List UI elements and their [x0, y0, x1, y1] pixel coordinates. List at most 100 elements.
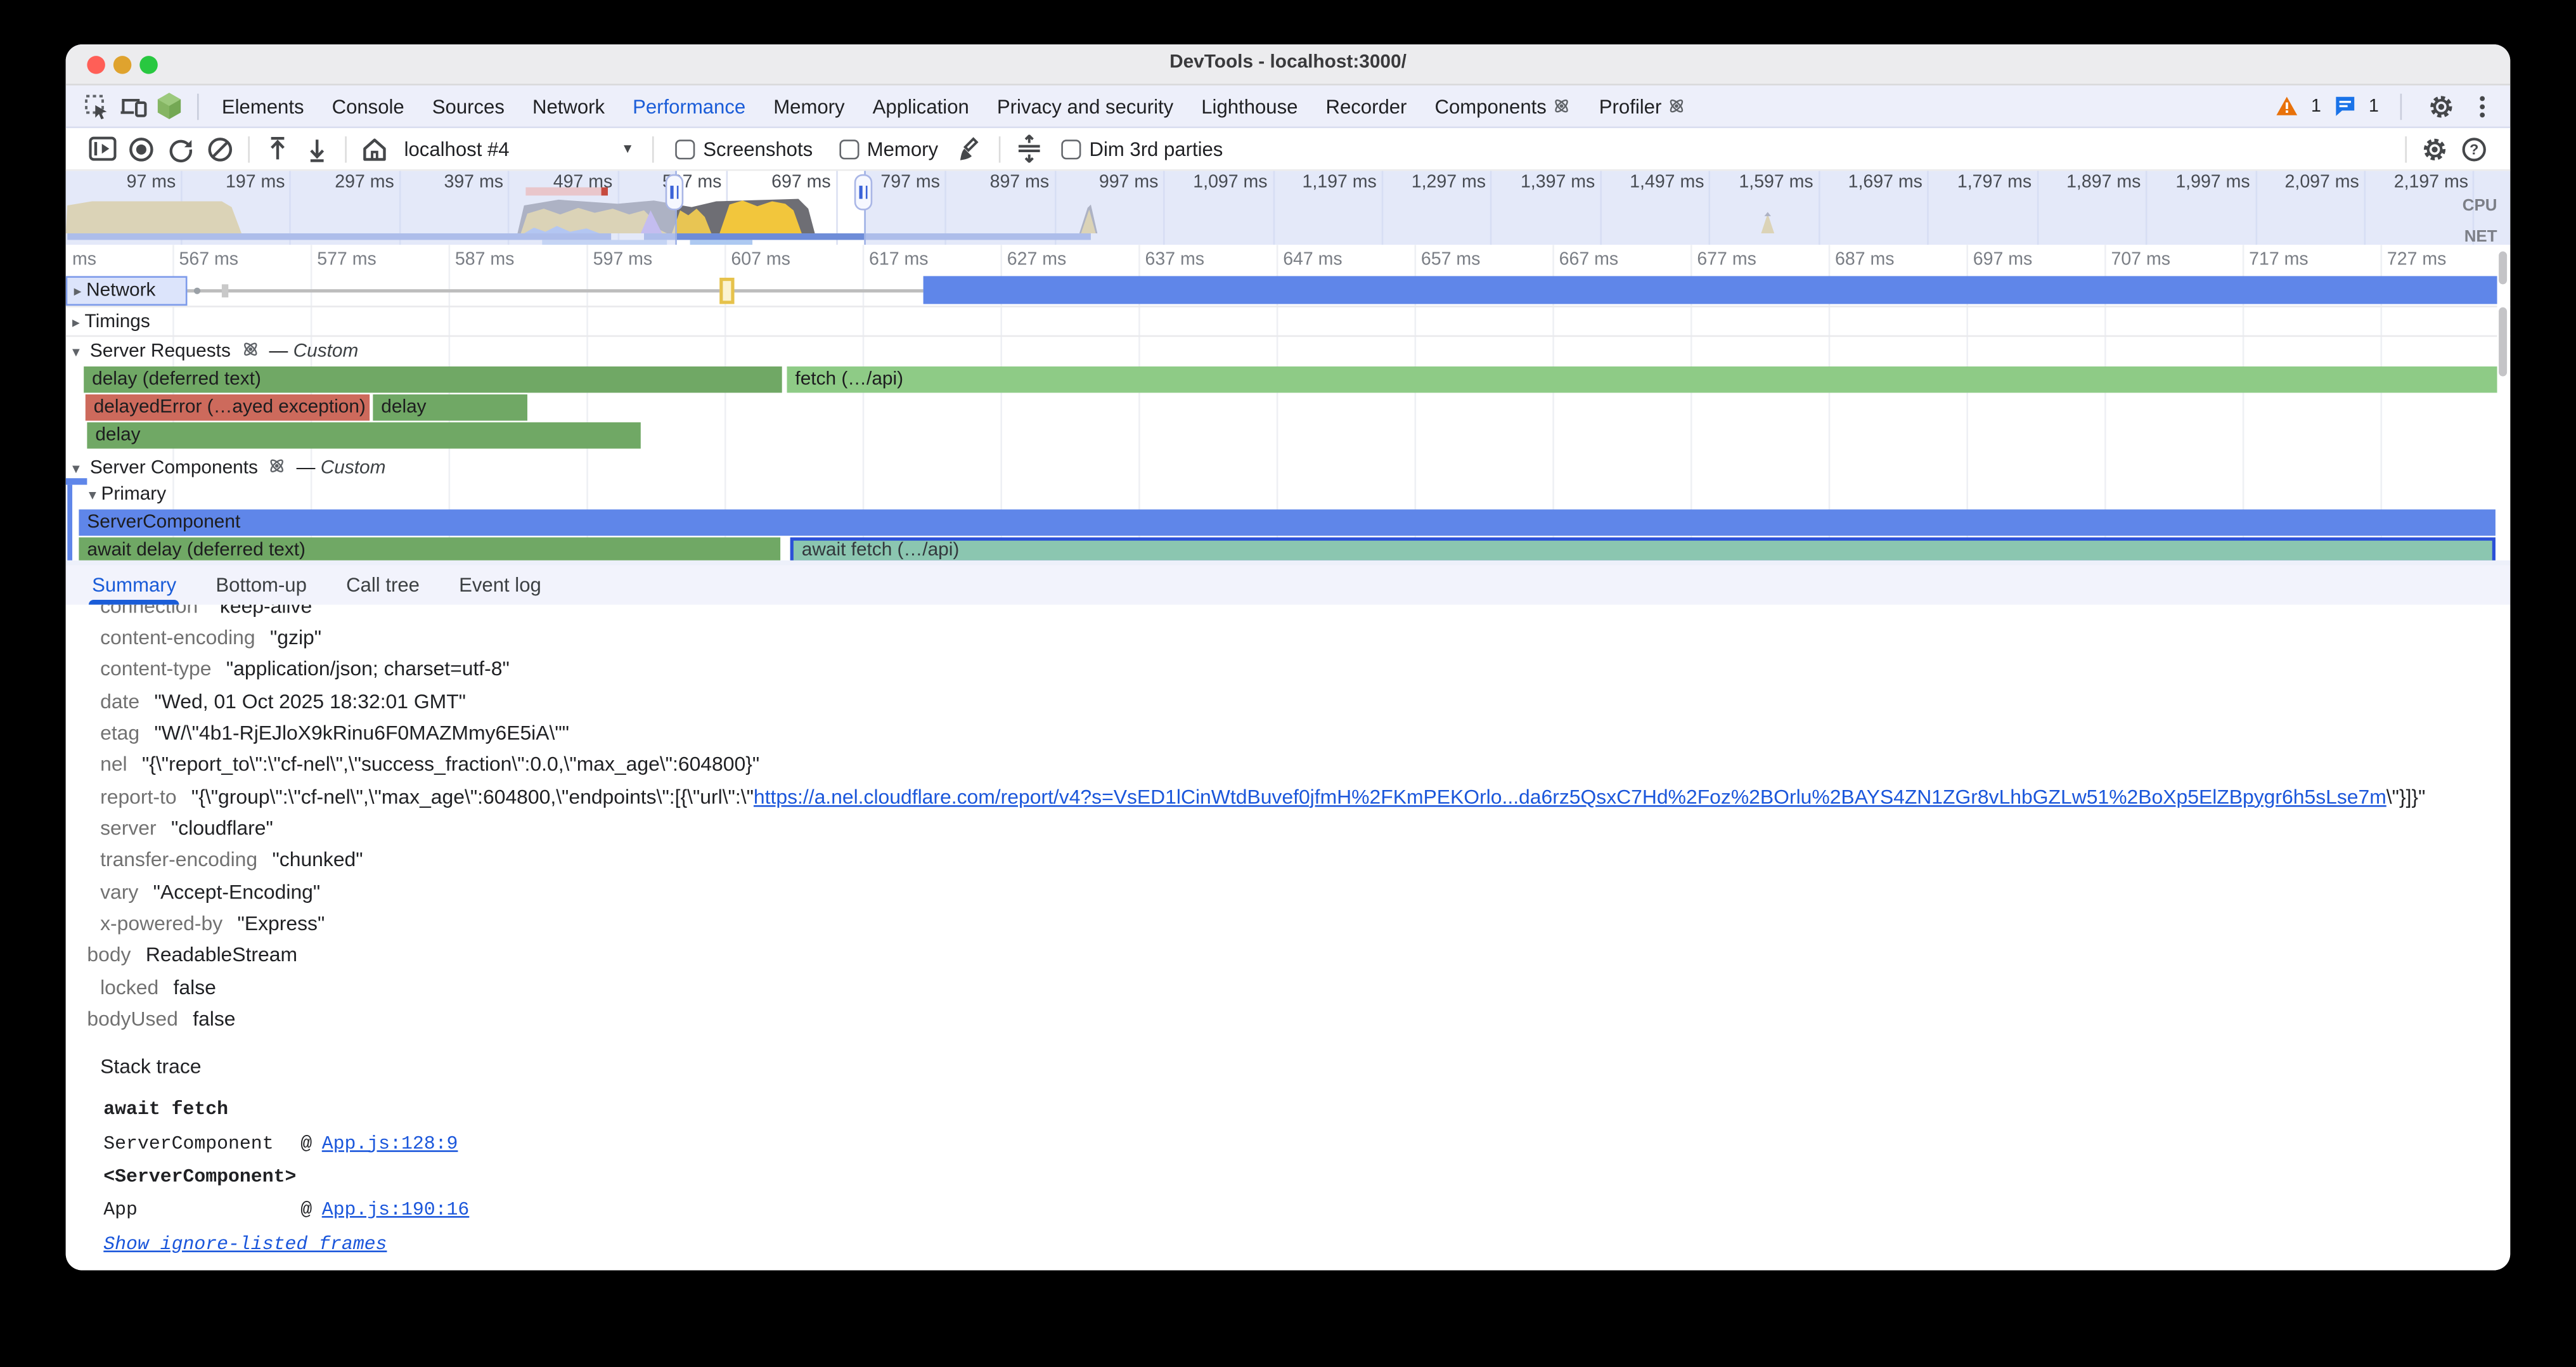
flame-bar-await-fetch-api-[interactable]: await fetch (…/api)	[790, 538, 2496, 560]
tab-performance[interactable]: Performance	[633, 94, 745, 117]
tab-label: Profiler	[1599, 94, 1662, 117]
flame-bar-delay-deferred-text-[interactable]: delay (deferred text)	[84, 366, 782, 392]
flame-bar-delayederror-ayed-exception-[interactable]: delayedError (…ayed exception)	[86, 394, 370, 420]
tab-label: Console	[332, 94, 404, 117]
header-row-server: server"cloudflare"	[100, 812, 2510, 844]
flame-bar-delay[interactable]: delay	[373, 394, 527, 420]
track-header-timings[interactable]: ▸Timings	[72, 312, 150, 332]
tab-network[interactable]: Network	[532, 94, 605, 117]
dim-3rd-parties-checkbox[interactable]	[1061, 139, 1081, 159]
stack-trace-title: Stack trace	[100, 1054, 2510, 1077]
frame-source-link[interactable]: App.js:190:16	[322, 1200, 470, 1221]
kebab-menu-icon	[2479, 93, 2485, 119]
selection-handle-left[interactable]	[666, 174, 684, 211]
summary-tab-bottom-up[interactable]: Bottom-up	[216, 566, 306, 605]
report-to-url-link[interactable]: https://a.nel.cloudflare.com/report/v4?s…	[754, 785, 2386, 808]
toolbar-right-cluster: ?	[2397, 131, 2494, 167]
ruler-tick-label: 597 ms	[593, 250, 653, 269]
memory-checkbox-group[interactable]: Memory	[839, 137, 938, 160]
header-key: x-powered-by	[100, 912, 222, 935]
tab-privacy-and-security[interactable]: Privacy and security	[997, 94, 1173, 117]
header-key: content-encoding	[100, 626, 255, 649]
tab-lighthouse[interactable]: Lighthouse	[1201, 94, 1298, 117]
overview-tick-label: 1,597 ms	[1705, 172, 1813, 192]
issues-warning-button[interactable]	[2275, 89, 2300, 122]
atom-icon	[241, 340, 259, 359]
screenshots-checkbox[interactable]	[675, 139, 695, 159]
show-ignore-listed-frames-link[interactable]: Show ignore-listed frames	[103, 1233, 387, 1255]
inspect-element-button[interactable]	[79, 89, 115, 122]
screenshots-checkbox-group[interactable]: Screenshots	[675, 137, 813, 160]
tab-elements[interactable]: Elements	[222, 94, 304, 117]
tab-sources[interactable]: Sources	[432, 94, 505, 117]
chevron-down-icon: ▾	[72, 344, 80, 360]
track-header-server-components[interactable]: ▾ Server Components — Custom	[72, 457, 385, 479]
tab-components[interactable]: Components	[1434, 94, 1571, 117]
header-row-body: bodyReadableStream	[87, 940, 2510, 971]
flame-bar-delay[interactable]: delay	[87, 422, 640, 448]
record-and-reload-button[interactable]	[161, 131, 200, 167]
summary-tab-summary[interactable]: Summary	[92, 566, 176, 605]
load-profile-button[interactable]	[258, 131, 297, 167]
save-profile-button[interactable]	[297, 131, 337, 167]
tab-console[interactable]: Console	[332, 94, 404, 117]
active-tab-underline	[89, 600, 179, 605]
reload-icon	[167, 136, 193, 162]
summary-tab-event-log[interactable]: Event log	[459, 566, 541, 605]
memory-checkbox[interactable]	[839, 139, 859, 159]
track-header-server-requests[interactable]: ▾ Server Requests — Custom	[72, 340, 358, 362]
settings-button[interactable]	[2423, 89, 2459, 122]
profile-history-select[interactable]: localhost #4 ▼	[394, 137, 644, 160]
clear-button[interactable]	[200, 131, 240, 167]
ruler-tick-label: 637 ms	[1145, 250, 1204, 269]
divider-strip	[66, 560, 2511, 566]
frame-at: @	[300, 1133, 312, 1155]
nodejs-button[interactable]	[151, 89, 187, 122]
nodejs-hexagon-icon	[156, 92, 182, 120]
summary-tab-call-tree[interactable]: Call tree	[346, 566, 420, 605]
messages-button[interactable]	[2333, 89, 2357, 122]
track-header-network[interactable]: ▸Network	[66, 276, 188, 306]
overview-tick-label: 1,197 ms	[1268, 172, 1377, 192]
selection-handle-right[interactable]	[854, 174, 873, 211]
flame-chart[interactable]: ms567 ms577 ms587 ms597 ms607 ms617 ms62…	[66, 245, 2511, 560]
tab-profiler[interactable]: Profiler	[1599, 94, 1686, 117]
ruler-tick-label: 707 ms	[2111, 250, 2170, 269]
divider	[345, 136, 347, 162]
gear-icon	[2428, 93, 2454, 119]
flame-bar-servercomponent[interactable]: ServerComponent	[79, 509, 2496, 535]
scrollbar-thumb[interactable]	[2499, 252, 2507, 285]
header-value: "W/\"4b1-RjEJloX9kRinu6F0MAZMmy6E5iA\""	[154, 722, 569, 744]
tab-recorder[interactable]: Recorder	[1326, 94, 1407, 117]
panel-settings-button[interactable]	[2415, 131, 2454, 167]
frame-source-link[interactable]: App.js:128:9	[322, 1133, 458, 1155]
timeline-overview[interactable]: 97 ms197 ms297 ms397 ms497 ms597 ms697 m…	[66, 171, 2511, 245]
header-row-etag: etag"W/\"4b1-RjEJloX9kRinu6F0MAZMmy6E5iA…	[100, 717, 2510, 749]
flame-bar-await-delay-deferred-text-[interactable]: await delay (deferred text)	[79, 538, 780, 560]
header-row-nel: nel"{\"report_to\":\"cf-nel\",\"success_…	[100, 749, 2510, 781]
overview-tick-label: 1,097 ms	[1159, 172, 1268, 192]
flame-bar-fetch-api-[interactable]: fetch (…/api)	[787, 366, 2499, 392]
network-request-bar[interactable]	[924, 276, 2499, 304]
chevron-down-icon: ▾	[72, 460, 80, 477]
track-subheader-primary[interactable]: ▾Primary	[89, 485, 166, 505]
more-options-button[interactable]	[2471, 89, 2494, 122]
tab-application[interactable]: Application	[873, 94, 969, 117]
net-lane-label: NET	[2464, 228, 2497, 245]
dim-3rd-parties-checkbox-group[interactable]: Dim 3rd parties	[1061, 137, 1223, 160]
flamechart-settings-button[interactable]	[1008, 131, 1048, 167]
tab-label: Memory	[773, 94, 844, 117]
tab-label: Recorder	[1326, 94, 1407, 117]
toggle-recording-view-button[interactable]	[82, 131, 122, 167]
collect-garbage-button[interactable]	[951, 131, 991, 167]
record-button[interactable]	[122, 131, 161, 167]
home-button[interactable]	[355, 131, 394, 167]
ruler-tick-label: 697 ms	[1973, 250, 2033, 269]
scrollbar-thumb[interactable]	[2499, 308, 2507, 377]
help-button[interactable]: ?	[2454, 131, 2494, 167]
ruler-tick-label: 577 ms	[317, 250, 377, 269]
header-value: "gzip"	[270, 626, 321, 649]
device-toolbar-button[interactable]	[115, 89, 151, 122]
network-request-block[interactable]	[719, 278, 734, 304]
tab-memory[interactable]: Memory	[773, 94, 844, 117]
